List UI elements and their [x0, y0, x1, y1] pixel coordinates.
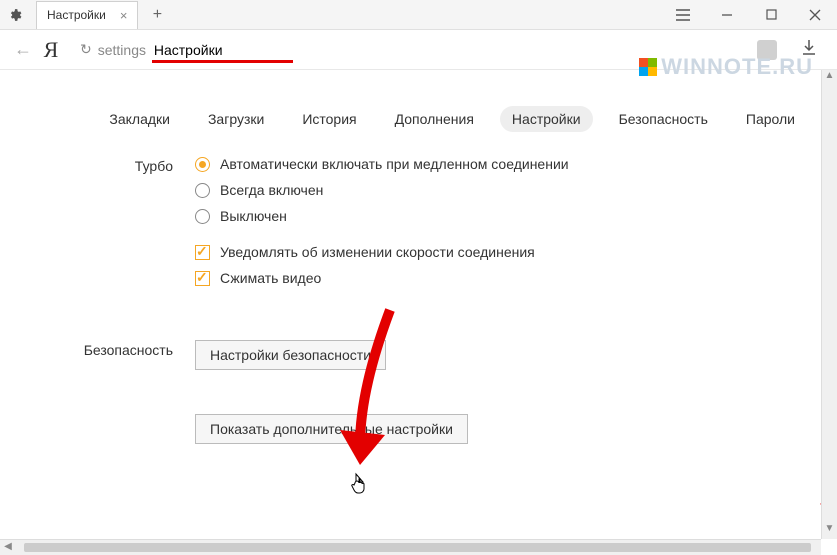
- radio-option-off[interactable]: Выключен: [195, 208, 807, 224]
- radio-option-always[interactable]: Всегда включен: [195, 182, 807, 198]
- check-option-compress[interactable]: Сжимать видео: [195, 270, 807, 286]
- window-controls: [661, 0, 837, 30]
- scroll-up-icon[interactable]: ▲: [822, 70, 837, 86]
- nav-passwords[interactable]: Пароли: [734, 106, 807, 132]
- close-window-button[interactable]: [793, 0, 837, 30]
- scroll-left-icon[interactable]: ◀: [0, 541, 16, 552]
- close-tab-icon[interactable]: ×: [120, 8, 128, 23]
- radio-icon: [195, 157, 210, 172]
- section-security: Безопасность Настройки безопасности: [0, 340, 807, 370]
- settings-content: Турбо Автоматически включать при медленн…: [0, 146, 837, 444]
- back-button[interactable]: ←: [10, 39, 36, 60]
- radio-icon: [195, 209, 210, 224]
- checkbox-icon: [195, 271, 210, 286]
- radio-label: Автоматически включать при медленном сое…: [220, 156, 569, 172]
- section-body-security: Настройки безопасности: [195, 340, 807, 370]
- watermark: WINNOTE.RU: [639, 54, 813, 80]
- scroll-down-icon[interactable]: ▼: [822, 523, 837, 539]
- maximize-button[interactable]: [749, 0, 793, 30]
- address-text: settings Настройки: [98, 42, 223, 58]
- cursor-pointer-icon: [350, 472, 368, 499]
- checkbox-label: Сжимать видео: [220, 270, 321, 286]
- scrollbar-thumb[interactable]: [24, 543, 811, 552]
- new-tab-button[interactable]: +: [142, 6, 172, 24]
- section-label-turbo: Турбо: [0, 156, 195, 296]
- windows-logo-icon: [639, 58, 657, 76]
- tab-title: Настройки: [47, 8, 106, 22]
- nav-settings[interactable]: Настройки: [500, 106, 593, 132]
- hamburger-icon[interactable]: [661, 0, 705, 30]
- section-turbo: Турбо Автоматически включать при медленн…: [0, 156, 807, 296]
- radio-label: Выключен: [220, 208, 287, 224]
- check-option-notify[interactable]: Уведомлять об изменении скорости соедине…: [195, 244, 807, 260]
- nav-security[interactable]: Безопасность: [607, 106, 720, 132]
- security-settings-button[interactable]: Настройки безопасности: [195, 340, 386, 370]
- radio-option-auto[interactable]: Автоматически включать при медленном сое…: [195, 156, 807, 172]
- browser-tab[interactable]: Настройки ×: [36, 1, 138, 29]
- show-advanced-button[interactable]: Показать дополнительные настройки: [195, 414, 468, 444]
- nav-bookmarks[interactable]: Закладки: [97, 106, 182, 132]
- radio-label: Всегда включен: [220, 182, 323, 198]
- yandex-logo[interactable]: Я: [36, 37, 66, 63]
- radio-icon: [195, 183, 210, 198]
- horizontal-scrollbar[interactable]: ◀: [0, 539, 821, 555]
- vertical-scrollbar[interactable]: ▲ ▼: [821, 70, 837, 539]
- section-body-advanced: Показать дополнительные настройки: [195, 414, 807, 444]
- reload-icon[interactable]: ↻: [80, 41, 92, 58]
- url-slug: settings: [98, 42, 146, 58]
- checkbox-icon: [195, 245, 210, 260]
- url-title: Настройки: [154, 42, 223, 58]
- nav-downloads[interactable]: Загрузки: [196, 106, 276, 132]
- section-body-turbo: Автоматически включать при медленном сое…: [195, 156, 807, 296]
- annotation-underline: [152, 60, 293, 63]
- minimize-button[interactable]: [705, 0, 749, 30]
- checkbox-label: Уведомлять об изменении скорости соедине…: [220, 244, 535, 260]
- settings-nav: Закладки Загрузки История Дополнения Нас…: [0, 70, 837, 146]
- nav-history[interactable]: История: [290, 106, 368, 132]
- gear-icon[interactable]: [0, 8, 30, 22]
- section-advanced: Показать дополнительные настройки: [0, 414, 807, 444]
- nav-addons[interactable]: Дополнения: [383, 106, 486, 132]
- title-bar: Настройки × +: [0, 0, 837, 30]
- section-label-security: Безопасность: [0, 340, 195, 370]
